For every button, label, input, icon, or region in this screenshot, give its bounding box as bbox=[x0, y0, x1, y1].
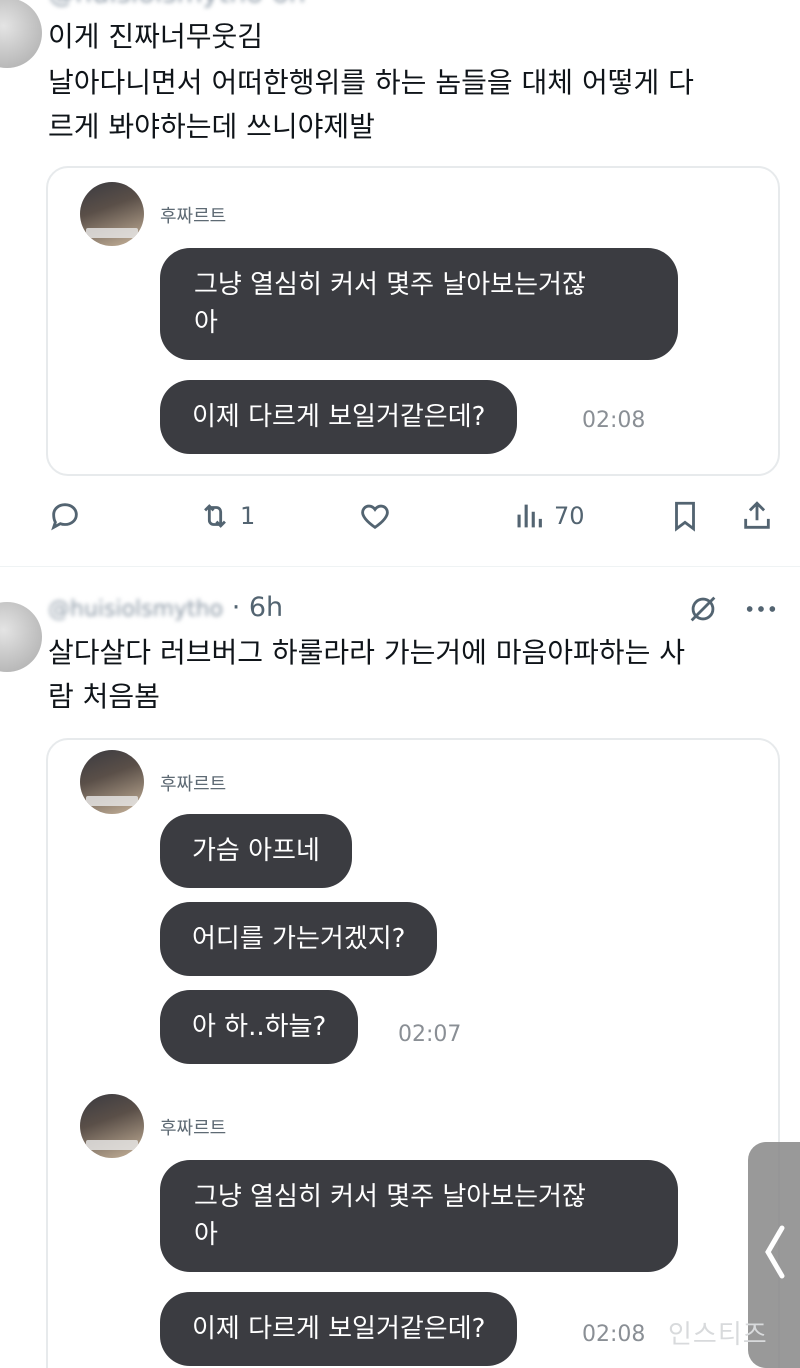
chat-bubble: 이제 다르게 보일거같은데? bbox=[160, 1292, 518, 1366]
like-button[interactable] bbox=[358, 496, 392, 536]
share-button[interactable] bbox=[740, 496, 774, 536]
grok-icon bbox=[690, 596, 716, 622]
chat-bubble: 아 하..하늘? bbox=[160, 990, 359, 1064]
chat-bubble: 그냥 열심히 커서 몇주 날아보는거잖 아 bbox=[160, 1160, 678, 1272]
reply-button[interactable] bbox=[48, 496, 82, 536]
tweet-text: 살다살다 러브버그 하룰라라 가는거에 마음아파하는 사 람 처음봄 bbox=[48, 636, 685, 713]
chat-avatar bbox=[80, 182, 144, 246]
more-dots-icon bbox=[746, 606, 776, 612]
views-button[interactable]: 70 bbox=[512, 496, 585, 536]
retweet-icon bbox=[204, 504, 226, 528]
chat-timestamp: 02:07 bbox=[398, 1022, 462, 1047]
tweet-text: 이게 진짜너무웃김 날아다니면서 어떠한행위를 하는 놈들을 대체 어떻게 다 … bbox=[48, 20, 694, 143]
author-handle[interactable]: @huisiolsmytho 6h bbox=[48, 0, 306, 10]
attached-chat-image[interactable]: 후짜르트 그냥 열심히 커서 몇주 날아보는거잖 아 이제 다르게 보일거같은데… bbox=[46, 166, 780, 476]
avatar[interactable] bbox=[0, 602, 42, 672]
attached-chat-image[interactable]: 후짜르트 가슴 아프네 어디를 가는거겠지? 아 하..하늘? 02:07 후짜… bbox=[46, 738, 780, 1368]
tweet-1[interactable]: @huisiolsmytho 6h 이게 진짜너무웃김 날아다니면서 어떠한행위… bbox=[0, 0, 800, 560]
tweet-2[interactable]: @huisiolsmytho · 6h 살다살다 러브버그 하룰라라 가는거에 … bbox=[0, 566, 800, 1368]
retweet-count: 1 bbox=[240, 502, 256, 530]
tweet-time: 6h bbox=[271, 0, 305, 9]
chat-avatar bbox=[80, 750, 144, 814]
share-icon bbox=[744, 501, 770, 529]
chevron-left-icon bbox=[765, 1225, 785, 1279]
tweet-time: · 6h bbox=[231, 592, 284, 623]
chat-bubble: 가슴 아프네 bbox=[160, 814, 352, 888]
heart-icon bbox=[361, 504, 389, 530]
avatar[interactable] bbox=[0, 0, 42, 68]
chat-timestamp: 02:08 bbox=[582, 408, 646, 433]
author-handle[interactable]: @huisiolsmytho · 6h bbox=[48, 592, 283, 624]
chat-bubble: 어디를 가는거겠지? bbox=[160, 902, 438, 976]
more-button[interactable] bbox=[744, 596, 778, 626]
chat-bubble: 그냥 열심히 커서 몇주 날아보는거잖 아 bbox=[160, 248, 678, 360]
retweet-button[interactable]: 1 bbox=[198, 496, 255, 536]
views-chart-icon bbox=[517, 504, 542, 528]
chat-sender-name: 후짜르트 bbox=[160, 206, 227, 227]
views-count: 70 bbox=[554, 502, 585, 530]
grok-button[interactable] bbox=[686, 592, 720, 630]
reply-icon bbox=[51, 503, 78, 531]
chat-sender-name: 후짜르트 bbox=[160, 774, 227, 795]
watermark: 인스티즈 bbox=[668, 1320, 768, 1350]
tweet-actions: 1 70 bbox=[0, 496, 800, 536]
bookmark-icon bbox=[675, 501, 695, 532]
bookmark-button[interactable] bbox=[668, 496, 702, 536]
chat-sender-name: 후짜르트 bbox=[160, 1118, 227, 1139]
chat-bubble: 이제 다르게 보일거같은데? bbox=[160, 380, 518, 454]
chat-avatar bbox=[80, 1094, 144, 1158]
chat-timestamp: 02:08 bbox=[582, 1322, 646, 1347]
